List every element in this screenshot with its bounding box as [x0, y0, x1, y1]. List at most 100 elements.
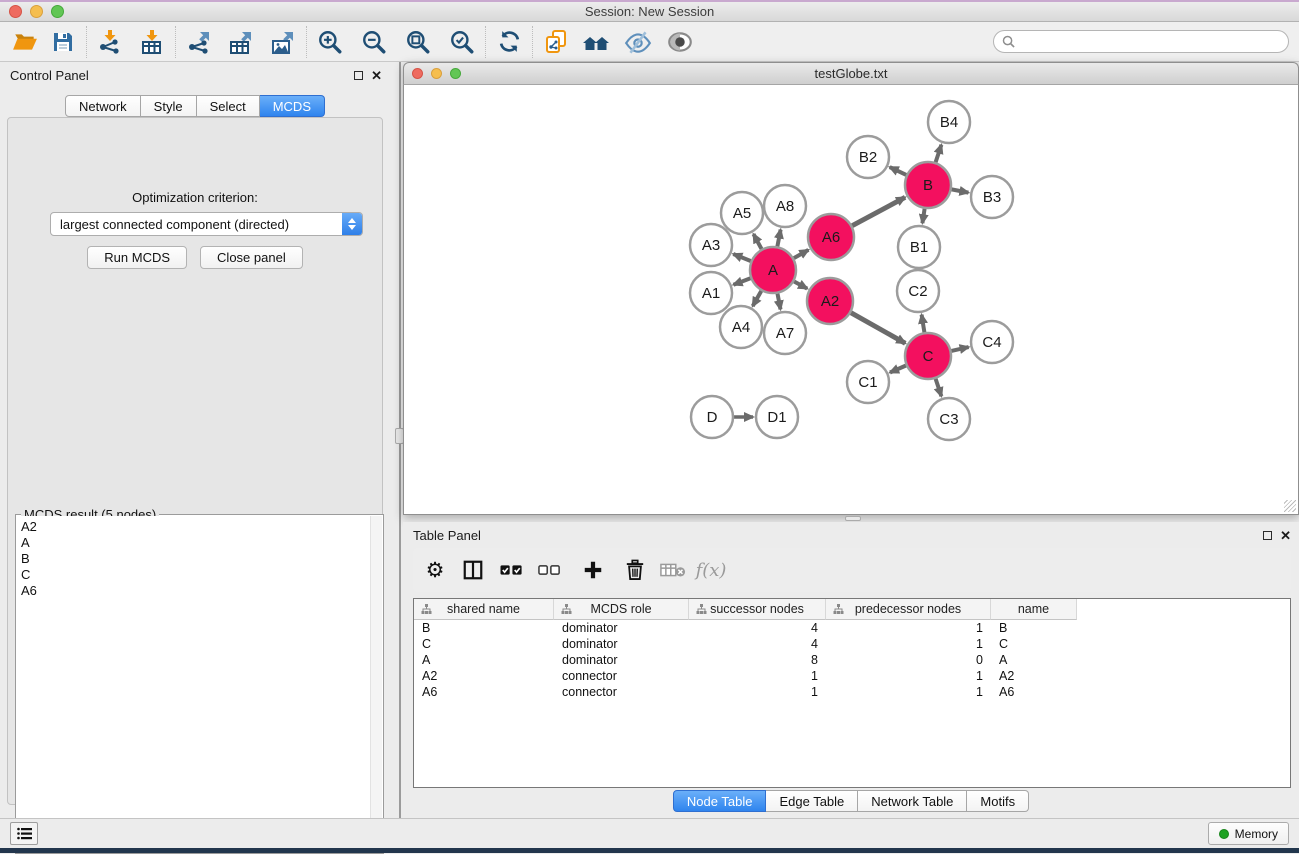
edge-C-C1[interactable] — [890, 366, 906, 373]
table-row[interactable]: A6connector11A6 — [414, 684, 1290, 700]
network-view[interactable]: B4B2BB3A8A5A6A3B1AC2A1A2A4A7C4CC1DD1C3 — [403, 85, 1299, 515]
edge-A-A3[interactable] — [733, 254, 750, 261]
home-button[interactable] — [581, 26, 611, 58]
column-header-predecessor-nodes[interactable]: predecessor nodes — [826, 599, 991, 620]
optimization-dropdown[interactable]: largest connected component (directed) — [50, 212, 363, 236]
table-row[interactable]: Cdominator41C — [414, 636, 1290, 652]
node-A[interactable]: A — [750, 247, 796, 293]
tab-motifs[interactable]: Motifs — [967, 790, 1029, 812]
show-columns-button[interactable] — [457, 553, 489, 587]
export-image-button[interactable] — [268, 26, 298, 58]
node-A4[interactable]: A4 — [720, 306, 762, 348]
hide-graphics-button[interactable] — [623, 26, 653, 58]
node-B4[interactable]: B4 — [928, 101, 970, 143]
tab-network[interactable]: Network — [65, 95, 141, 117]
function-builder-button[interactable]: f(x) — [695, 553, 727, 587]
clone-network-button[interactable] — [541, 26, 571, 58]
node-B1[interactable]: B1 — [898, 226, 940, 268]
splitter-grip[interactable] — [845, 516, 861, 521]
zoom-selected-button[interactable] — [447, 26, 477, 58]
edge-A-A7[interactable] — [778, 294, 781, 310]
close-panel-button[interactable]: Close panel — [200, 246, 303, 269]
edge-B-B4[interactable] — [936, 145, 942, 162]
edge-C-C3[interactable] — [936, 379, 942, 396]
tab-node-table[interactable]: Node Table — [673, 790, 767, 812]
column-header-successor-nodes[interactable]: successor nodes — [689, 599, 826, 620]
resize-grip-icon[interactable] — [1284, 500, 1296, 512]
save-session-button[interactable] — [48, 26, 78, 58]
export-table-button[interactable] — [226, 26, 256, 58]
result-scrollbar-track[interactable] — [370, 516, 382, 852]
task-history-button[interactable] — [10, 822, 38, 845]
column-header-MCDS-role[interactable]: MCDS role — [554, 599, 689, 620]
edge-A-A8[interactable] — [777, 230, 780, 247]
search-input[interactable] — [1020, 34, 1280, 49]
memory-button[interactable]: Memory — [1208, 822, 1289, 845]
column-header-name[interactable]: name — [991, 599, 1077, 620]
node-D[interactable]: D — [691, 396, 733, 438]
show-graphics-button[interactable] — [665, 26, 695, 58]
import-table-button[interactable] — [137, 26, 167, 58]
tab-style[interactable]: Style — [141, 95, 197, 117]
table-settings-button[interactable]: ⚙ — [419, 553, 451, 587]
delete-column-button[interactable] — [619, 553, 651, 587]
float-panel-icon[interactable] — [354, 71, 363, 80]
import-network-button[interactable] — [95, 26, 125, 58]
create-column-button[interactable] — [577, 553, 609, 587]
node-C4[interactable]: C4 — [971, 321, 1013, 363]
search-field[interactable] — [993, 30, 1289, 53]
tab-edge-table[interactable]: Edge Table — [766, 790, 858, 812]
node-A5[interactable]: A5 — [721, 192, 763, 234]
close-panel-icon[interactable]: ✕ — [371, 69, 382, 82]
edge-B-B3[interactable] — [952, 189, 969, 192]
deselect-all-button[interactable] — [533, 553, 565, 587]
edge-B-B1[interactable] — [922, 209, 924, 223]
result-item[interactable]: C — [17, 567, 370, 583]
node-A2[interactable]: A2 — [807, 278, 853, 324]
result-item[interactable]: B — [17, 551, 370, 567]
node-B2[interactable]: B2 — [847, 136, 889, 178]
tab-select[interactable]: Select — [197, 95, 260, 117]
node-A6[interactable]: A6 — [808, 214, 854, 260]
edge-A-A1[interactable] — [734, 278, 751, 284]
node-B3[interactable]: B3 — [971, 176, 1013, 218]
table-row[interactable]: Bdominator41B — [414, 620, 1290, 636]
select-all-button[interactable] — [495, 553, 527, 587]
table-row[interactable]: A2connector11A2 — [414, 668, 1290, 684]
edge-C-C2[interactable] — [922, 315, 925, 333]
node-A7[interactable]: A7 — [764, 312, 806, 354]
edge-A-A5[interactable] — [754, 234, 762, 249]
edge-A-A2[interactable] — [794, 282, 807, 289]
edge-B-B2[interactable] — [890, 167, 907, 175]
edge-A-A6[interactable] — [794, 250, 809, 258]
delete-table-button[interactable] — [657, 553, 689, 587]
edge-A2-C[interactable] — [851, 313, 905, 344]
float-panel-icon[interactable] — [1263, 531, 1272, 540]
node-A1[interactable]: A1 — [690, 272, 732, 314]
node-C3[interactable]: C3 — [928, 398, 970, 440]
node-A3[interactable]: A3 — [690, 224, 732, 266]
node-D1[interactable]: D1 — [756, 396, 798, 438]
open-session-button[interactable] — [10, 26, 40, 58]
edge-A-A4[interactable] — [753, 291, 762, 306]
node-C1[interactable]: C1 — [847, 361, 889, 403]
result-item[interactable]: A — [17, 535, 370, 551]
run-mcds-button[interactable]: Run MCDS — [87, 246, 187, 269]
column-header-shared-name[interactable]: shared name — [414, 599, 554, 620]
node-A8[interactable]: A8 — [764, 185, 806, 227]
export-network-button[interactable] — [184, 26, 214, 58]
edge-C-C4[interactable] — [951, 347, 968, 351]
tab-network-table[interactable]: Network Table — [858, 790, 967, 812]
result-item[interactable]: A6 — [17, 583, 370, 599]
tab-mcds[interactable]: MCDS — [260, 95, 325, 117]
apply-layout-button[interactable] — [494, 26, 524, 58]
zoom-in-button[interactable] — [315, 26, 345, 58]
result-item[interactable]: A2 — [17, 519, 370, 535]
edge-A6-B[interactable] — [852, 197, 905, 225]
close-panel-icon[interactable]: ✕ — [1280, 529, 1291, 542]
table-row[interactable]: Adominator80A — [414, 652, 1290, 668]
zoom-fit-button[interactable] — [403, 26, 433, 58]
zoom-out-button[interactable] — [359, 26, 389, 58]
node-C2[interactable]: C2 — [897, 270, 939, 312]
panel-splitter[interactable] — [390, 62, 403, 818]
